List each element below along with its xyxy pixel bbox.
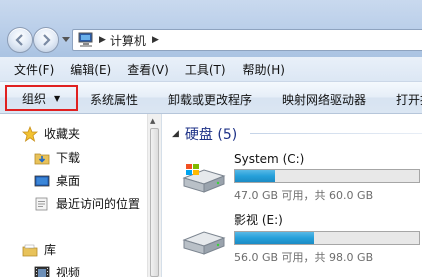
- recent-pages-dropdown[interactable]: [61, 35, 71, 45]
- drive-usage-fill: [235, 232, 314, 244]
- breadcrumb-computer[interactable]: 计算机: [110, 32, 146, 49]
- menu-edit[interactable]: 编辑(E): [70, 61, 111, 78]
- nav-item-videos[interactable]: 视频: [34, 264, 80, 277]
- nav-item-favorites[interactable]: 收藏夹: [22, 125, 80, 142]
- menu-help[interactable]: 帮助(H): [243, 61, 285, 78]
- star-icon: [22, 125, 38, 142]
- menu-tools[interactable]: 工具(T): [185, 61, 226, 78]
- nav-item-desktop[interactable]: 桌面: [34, 172, 80, 189]
- nav-label: 收藏夹: [44, 127, 81, 141]
- drive-name[interactable]: System (C:): [234, 152, 304, 166]
- collapse-triangle-icon[interactable]: ◢: [172, 129, 179, 139]
- chevron-down-icon: ▼: [54, 93, 61, 103]
- organize-label: 组织: [22, 91, 47, 106]
- system-properties-button[interactable]: 系统属性: [90, 91, 138, 108]
- scrollbar-thumb[interactable]: [150, 128, 159, 277]
- libraries-icon: [22, 244, 38, 256]
- drive-free-space: 47.0 GB 可用，共 60.0 GB: [234, 189, 374, 202]
- nav-item-recent-places[interactable]: 最近访问的位置: [34, 195, 140, 212]
- nav-item-downloads[interactable]: 下载: [34, 149, 80, 166]
- open-control-panel-button[interactable]: 打开控: [396, 91, 422, 108]
- back-button[interactable]: [7, 27, 33, 53]
- nav-label: 下载: [56, 151, 81, 165]
- scroll-up-icon[interactable]: ▲: [150, 117, 155, 125]
- nav-item-libraries[interactable]: 库: [22, 241, 56, 258]
- uninstall-program-button[interactable]: 卸载或更改程序: [168, 91, 252, 108]
- command-bar: 组织 ▼ 系统属性 卸载或更改程序 映射网络驱动器 打开控: [0, 82, 422, 114]
- group-divider: [250, 133, 422, 134]
- menu-bar: 文件(F) 编辑(E) 查看(V) 工具(T) 帮助(H): [0, 57, 422, 82]
- breadcrumb-separator-icon[interactable]: ▶: [152, 35, 159, 45]
- recent-places-icon: [35, 197, 48, 210]
- hard-disks-group-header[interactable]: ◢ 硬盘 (5): [172, 124, 237, 144]
- drive-usage-bar: [234, 169, 420, 183]
- nav-label: 库: [44, 243, 57, 257]
- forward-arrow-icon: [43, 34, 51, 46]
- organize-button[interactable]: 组织 ▼: [5, 85, 78, 111]
- map-network-drive-button[interactable]: 映射网络驱动器: [282, 91, 366, 108]
- computer-icon: [78, 32, 93, 47]
- group-title: 硬盘 (5): [184, 127, 238, 143]
- nav-label: 视频: [56, 266, 81, 277]
- menu-file[interactable]: 文件(F): [14, 61, 54, 78]
- forward-button[interactable]: [33, 27, 59, 53]
- drive-usage-bar: [234, 231, 420, 245]
- drive-usage-fill: [235, 170, 275, 182]
- title-bar: ▶ 计算机 ▶: [0, 0, 422, 57]
- navigation-scrollbar[interactable]: ▲: [147, 114, 161, 277]
- breadcrumb-separator-icon[interactable]: ▶: [99, 35, 106, 45]
- downloads-folder-icon: [34, 153, 50, 164]
- hard-drive-icon[interactable]: [180, 226, 228, 260]
- chevron-down-icon: [62, 37, 70, 42]
- address-bar[interactable]: ▶ 计算机 ▶: [72, 29, 422, 51]
- system-drive-icon[interactable]: [180, 162, 228, 196]
- videos-icon: [34, 266, 50, 277]
- menu-view[interactable]: 查看(V): [127, 61, 169, 78]
- drive-name[interactable]: 影视 (E:): [234, 211, 283, 228]
- nav-label: 桌面: [56, 174, 81, 188]
- nav-label: 最近访问的位置: [56, 197, 141, 211]
- back-arrow-icon: [15, 34, 23, 46]
- drive-free-space: 56.0 GB 可用，共 98.0 GB: [234, 251, 374, 264]
- desktop-icon: [34, 175, 50, 186]
